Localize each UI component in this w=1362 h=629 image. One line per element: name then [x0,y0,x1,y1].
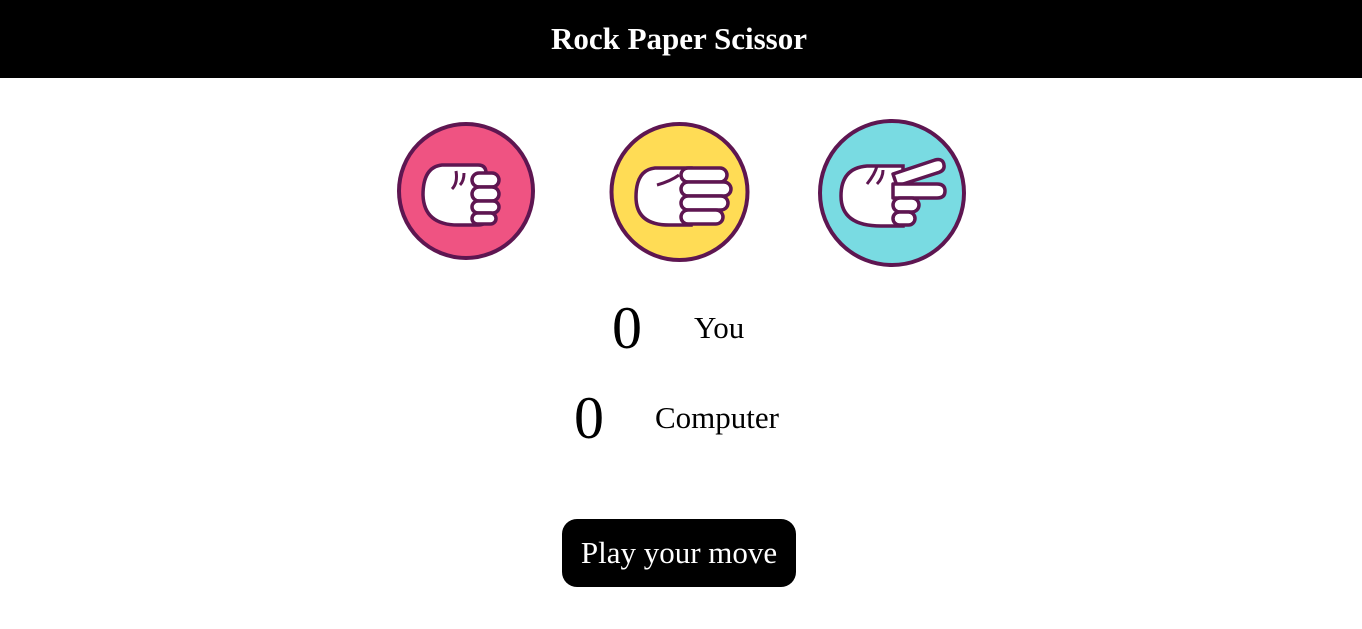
paper-hand-icon [609,122,750,262]
computer-score-label: Computer [655,400,779,435]
scissor-hand-icon [818,119,966,267]
rock-fist-icon [397,122,535,260]
scissor-choice-button[interactable] [817,118,967,268]
paper-choice-button[interactable] [609,121,750,263]
header-bar: Rock Paper Scissor [0,0,1362,78]
page-title: Rock Paper Scissor [550,21,808,56]
play-move-button[interactable]: Play your move [562,519,796,587]
user-score-label: You [694,310,745,345]
rock-choice-button[interactable] [396,121,536,261]
user-score: 0 [612,295,642,361]
computer-score: 0 [574,385,604,451]
